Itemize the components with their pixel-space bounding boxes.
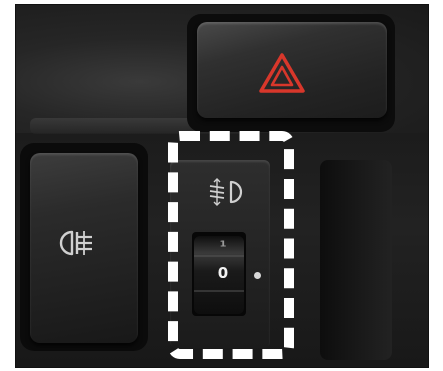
- empty-switch-slot: [320, 160, 392, 360]
- rear-fog-light-icon: [59, 230, 92, 256]
- highlight-dashed-box: [168, 131, 294, 359]
- hazard-triangle-icon: [259, 53, 305, 93]
